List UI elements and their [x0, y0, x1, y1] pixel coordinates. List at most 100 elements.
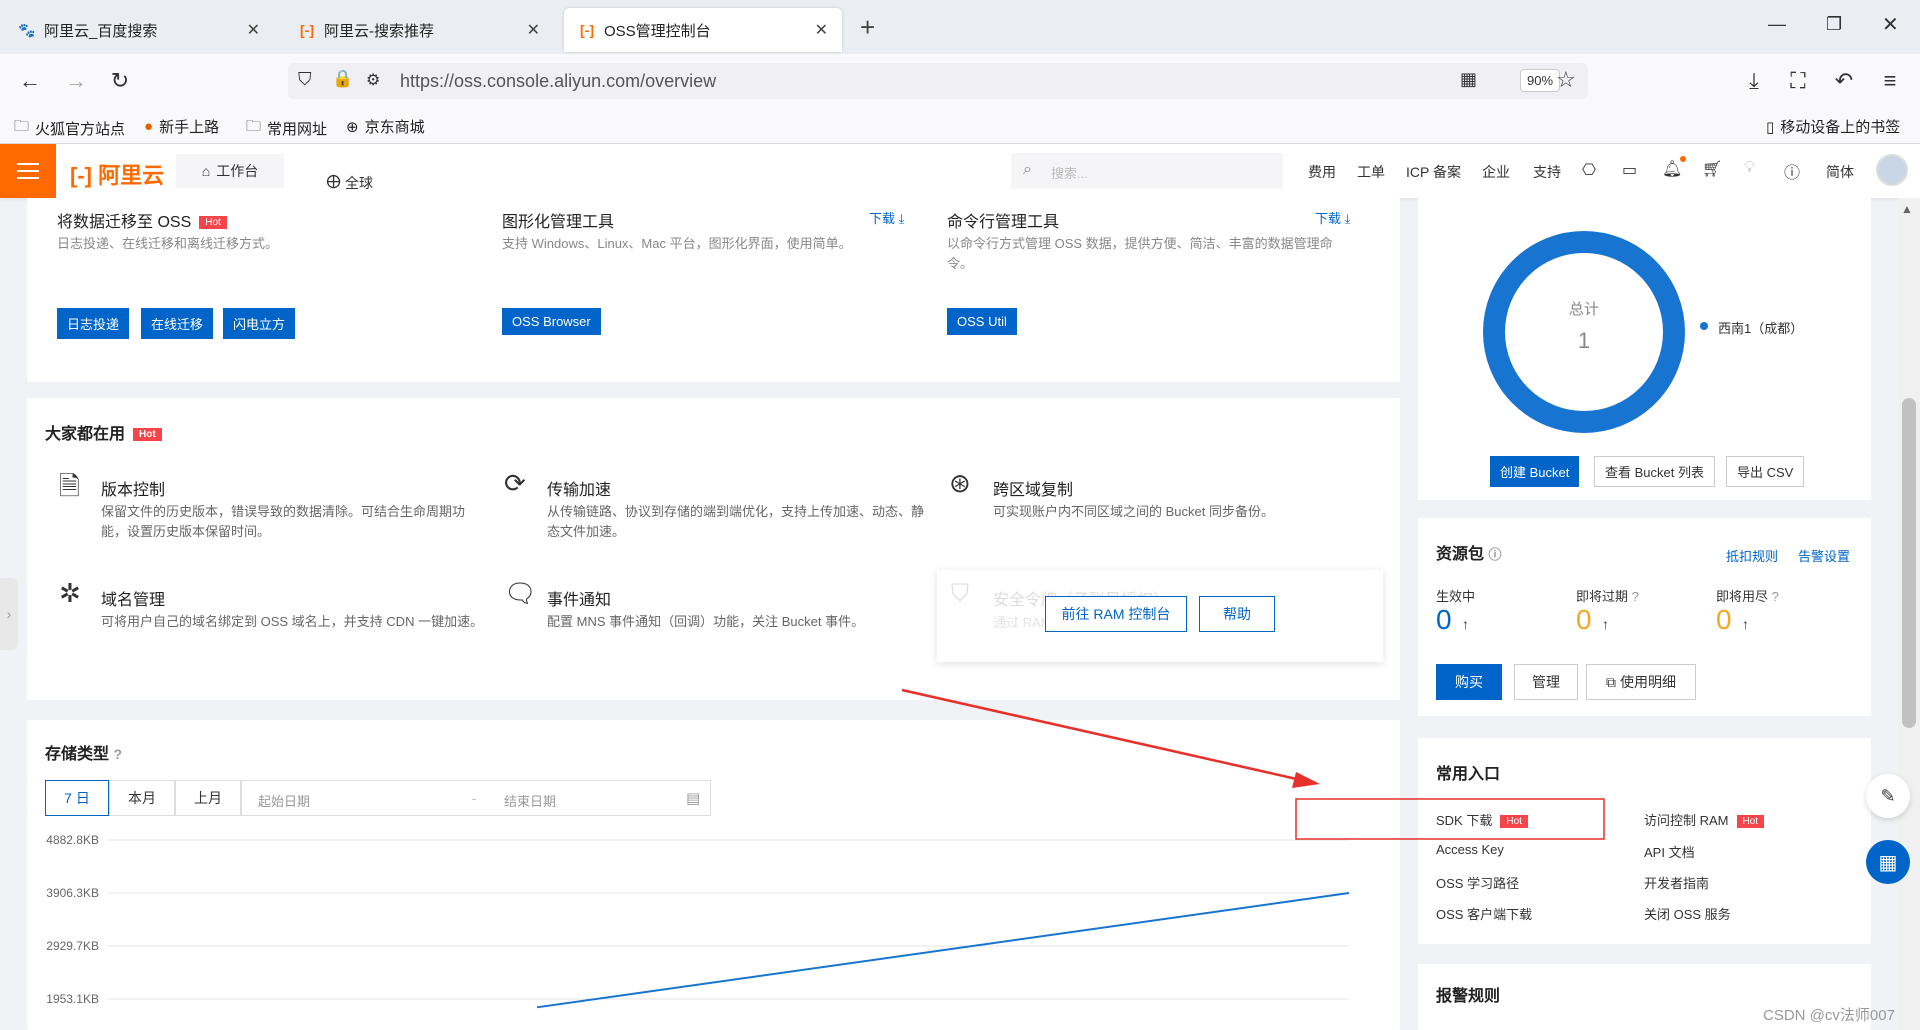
back-icon[interactable]: ← — [16, 68, 44, 94]
permissions-icon[interactable]: ⚙ — [366, 70, 380, 90]
export-csv-button[interactable]: 导出 CSV — [1726, 456, 1805, 487]
close-tab-icon[interactable]: ✕ — [815, 20, 828, 40]
lightning-cube-button[interactable]: 闪电立方 — [223, 308, 296, 339]
transfer-accel-icon: ⟳ — [504, 468, 526, 498]
qr-code-icon[interactable]: ▦ — [1460, 69, 1477, 90]
notification-bell-icon[interactable]: 🔔︎ — [1662, 159, 1682, 179]
tab-aliyun-search[interactable]: [-] 阿里云-搜索推荐 ✕ — [284, 8, 554, 52]
feature-desc: 配置 MNS 事件通知（回调）功能，关注 Bucket 事件。 — [547, 614, 865, 629]
entry-learning-path[interactable]: OSS 学习路径 — [1436, 873, 1519, 892]
cloud-shell-icon[interactable]: ⎔ — [1582, 160, 1596, 180]
help-button[interactable]: 帮助 — [1199, 596, 1275, 632]
bookmark-firefox-site[interactable]: 🗀 火狐官方站点 — [14, 116, 125, 141]
baidu-paw-icon: 🐾 — [18, 21, 36, 38]
zoom-level[interactable]: 90% — [1520, 69, 1561, 92]
close-tab-icon[interactable]: ✕ — [527, 20, 540, 40]
entry-client-download[interactable]: OSS 客户端下载 — [1436, 904, 1532, 923]
close-tab-icon[interactable]: ✕ — [247, 20, 260, 40]
go-ram-console-button[interactable]: 前往 RAM 控制台 — [1045, 596, 1187, 632]
help-icon[interactable]: ⓘ — [1784, 159, 1800, 183]
nav-icp[interactable]: ICP 备案 — [1406, 162, 1461, 182]
chart-series-line — [536, 892, 1350, 1009]
new-tab-button[interactable]: + — [860, 12, 875, 43]
hamburger-menu-button[interactable] — [0, 144, 56, 198]
console-top-nav: [-] 阿里云 ⌂ 工作台 🜨 全球 ⌕ 搜索... 费用 工单 ICP 备案 企… — [0, 144, 1920, 198]
console-search-input[interactable]: ⌕ 搜索... — [1011, 153, 1283, 189]
url-text[interactable]: https://oss.console.aliyun.com/overview — [400, 71, 716, 92]
tab-oss-console[interactable]: [-] OSS管理控制台 ✕ — [564, 8, 842, 52]
oss-util-button[interactable]: OSS Util — [947, 308, 1017, 335]
stat-expiring-value: 0 — [1576, 604, 1592, 635]
resource-package-card: 资源包 ⓘ 抵扣规则 告警设置 生效中 0 ↑ 即将过期 ? 0 ↑ 即将用尽 … — [1418, 518, 1871, 716]
nav-enterprise[interactable]: 企业 — [1482, 162, 1510, 182]
usage-details-button[interactable]: ⧉ 使用明细 — [1586, 664, 1696, 700]
tools-card: 将数据迁移至 OSS Hot 日志投递、在线迁移和离线迁移方式。 日志投递 在线迁… — [27, 198, 1400, 382]
address-bar[interactable]: ⛉ 🔒 ⚙ https://oss.console.aliyun.com/ove… — [288, 63, 1588, 99]
bookmark-mobile[interactable]: ▯ 移动设备上的书签 — [1766, 116, 1900, 137]
undo-icon[interactable]: ↶ — [1830, 68, 1858, 94]
create-bucket-button[interactable]: 创建 Bucket — [1490, 456, 1580, 487]
buy-button[interactable]: 购买 — [1436, 664, 1502, 700]
scroll-up-icon[interactable]: ▲ — [1901, 202, 1913, 216]
download-icon: ⤓ — [1344, 211, 1351, 226]
stat-exhausting-label: 即将用尽 ? — [1716, 589, 1779, 604]
bookmark-star-icon[interactable]: ☆ — [1556, 67, 1576, 93]
oss-browser-button[interactable]: OSS Browser — [502, 308, 601, 335]
forward-icon[interactable]: → — [62, 68, 90, 94]
avatar[interactable] — [1876, 154, 1908, 186]
info-icon[interactable]: ⓘ — [1488, 547, 1501, 562]
screenshot-icon[interactable]: ⛶ — [1784, 68, 1812, 94]
shield-icon[interactable]: ⛉ — [298, 69, 312, 90]
gui-download-link[interactable]: 下载 ⤓ — [869, 208, 904, 227]
entry-ram[interactable]: 访问控制 RAM Hot — [1644, 810, 1765, 829]
nav-billing[interactable]: 费用 — [1308, 162, 1336, 182]
lightbulb-icon[interactable]: 💡︎ — [1744, 159, 1755, 177]
bookmark-common-sites[interactable]: 🗀 常用网址 — [246, 116, 327, 141]
search-icon: ⌕ — [1023, 161, 1032, 178]
download-icon[interactable]: ⤓ — [1740, 68, 1768, 94]
cart-icon[interactable]: 🛒︎ — [1702, 159, 1722, 179]
entry-close-oss[interactable]: 关闭 OSS 服务 — [1644, 904, 1731, 923]
reload-icon[interactable]: ↻ — [106, 68, 134, 94]
help-circle-icon[interactable]: ? — [1632, 589, 1639, 604]
apps-grid-icon[interactable]: ▦ — [1866, 840, 1910, 884]
bookmark-getting-started[interactable]: ● 新手上路 — [144, 116, 219, 137]
close-window-icon[interactable]: ✕ — [1882, 12, 1899, 37]
edit-icon[interactable]: ✎ — [1866, 774, 1910, 818]
online-migration-button[interactable]: 在线迁移 — [141, 308, 214, 339]
help-circle-icon[interactable]: ? — [1772, 589, 1779, 604]
scrollbar-track[interactable]: ▲ — [1898, 198, 1920, 1030]
region-selector[interactable]: 🜨 全球 — [326, 162, 373, 199]
scrollbar-thumb[interactable] — [1902, 398, 1916, 728]
minimize-icon[interactable]: — — [1768, 14, 1786, 35]
stat-expiring-label: 即将过期 ? — [1576, 589, 1639, 604]
feature-event-notify[interactable]: 事件通知 — [547, 586, 611, 610]
alert-settings-link[interactable]: 告警设置 — [1798, 546, 1850, 565]
entry-access-key[interactable]: Access Key — [1436, 842, 1504, 857]
feature-cross-region[interactable]: 跨区域复制 — [993, 476, 1073, 500]
feature-version-control[interactable]: 版本控制 — [101, 476, 165, 500]
app-menu-icon[interactable]: ≡ — [1876, 68, 1904, 94]
workbench-button[interactable]: ⌂ 工作台 — [176, 154, 284, 188]
entry-dev-guide[interactable]: 开发者指南 — [1644, 873, 1709, 892]
manage-button[interactable]: 管理 — [1514, 664, 1578, 700]
expand-sidebar-icon[interactable]: › — [0, 578, 18, 650]
bookmark-jd[interactable]: ⊕ 京东商城 — [346, 116, 425, 137]
chart-y-tick-label: 4882.8KB — [46, 833, 99, 847]
feature-transfer-accel[interactable]: 传输加速 — [547, 476, 611, 500]
log-delivery-button[interactable]: 日志投递 — [57, 308, 130, 339]
nav-tickets[interactable]: 工单 — [1357, 162, 1385, 182]
terminal-icon[interactable]: ▭ — [1622, 160, 1637, 180]
view-bucket-list-button[interactable]: 查看 Bucket 列表 — [1594, 456, 1715, 487]
lock-icon[interactable]: 🔒 — [332, 69, 353, 89]
language-selector[interactable]: 简体 — [1826, 162, 1854, 182]
feature-domain[interactable]: 域名管理 — [101, 586, 165, 610]
deduction-rules-link[interactable]: 抵扣规则 — [1726, 546, 1778, 565]
cli-download-link[interactable]: 下载 ⤓ — [1315, 208, 1350, 227]
tab-baidu-search[interactable]: 🐾 阿里云_百度搜索 ✕ — [4, 8, 274, 52]
aliyun-logo[interactable]: [-] 阿里云 — [70, 158, 164, 190]
entry-api-docs[interactable]: API 文档 — [1644, 842, 1695, 861]
nav-support[interactable]: 支持 — [1533, 162, 1561, 182]
entry-sdk-download[interactable]: SDK 下载 Hot — [1436, 810, 1528, 829]
restore-icon[interactable]: ❐ — [1826, 14, 1842, 35]
